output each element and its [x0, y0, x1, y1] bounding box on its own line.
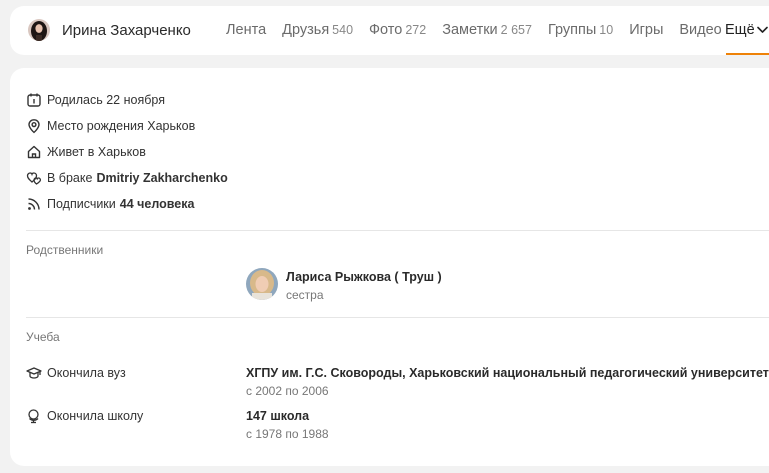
nav-groups-label: Группы — [547, 22, 597, 38]
university-name-link[interactable]: ХГПУ им. Г.С. Сковороды, Харьковский нац… — [246, 366, 769, 380]
hearts-icon — [26, 172, 42, 185]
nav-video[interactable]: Видео — [679, 22, 721, 38]
nav-feed[interactable]: Лента — [226, 22, 266, 38]
nav-groups[interactable]: Группы 10 — [548, 22, 613, 38]
nav-games[interactable]: Игры — [629, 22, 663, 38]
nav-photos-label: Фото — [369, 22, 403, 38]
rss-icon — [28, 198, 40, 210]
info-followers: Подписчики 44 человека — [26, 194, 194, 214]
nav-friends[interactable]: Друзья 540 — [282, 22, 353, 38]
info-birthplace: Место рождения Харьков — [26, 116, 195, 136]
chevron-down-icon — [756, 23, 768, 37]
profile-name[interactable]: Ирина Захарченко — [62, 22, 191, 39]
school-name-link[interactable]: 147 школа — [246, 409, 309, 423]
nav-groups-count: 10 — [599, 23, 614, 37]
followers-count-link[interactable]: 44 человека — [120, 197, 195, 211]
profile-header: Ирина Захарченко Лента Друзья 540 Фото 272… — [10, 6, 769, 55]
nav-more-button[interactable]: Ещё — [725, 22, 768, 38]
profile-avatar[interactable] — [28, 19, 50, 41]
profile-info-card: Родилась 22 ноября Место рождения Харько… — [10, 68, 769, 466]
info-marriage: В браке Dmitriy Zakharchenko — [26, 168, 228, 188]
location-pin-icon — [28, 119, 40, 134]
nav-notes[interactable]: Заметки 2 657 — [442, 22, 532, 38]
nav-notes-label: Заметки — [442, 22, 498, 38]
spouse-link[interactable]: Dmitriy Zakharchenko — [96, 171, 227, 185]
relatives-title: Родственники — [26, 243, 104, 257]
info-birthday: Родилась 22 ноября — [26, 90, 165, 110]
followers-label: Подписчики — [47, 197, 116, 211]
relative-name-link[interactable]: Лариса Рыжкова ( Труш ) — [286, 270, 442, 284]
divider — [26, 317, 769, 318]
info-residence: Живет в Харьков — [26, 142, 146, 162]
profile-nav: Лента Друзья 540 Фото 272 Заметки 2 657 Гру… — [226, 22, 738, 38]
school-years: с 1978 по 1988 — [246, 427, 329, 441]
relative-role: сестра — [286, 288, 324, 302]
nav-photos-count: 272 — [405, 23, 427, 37]
school-row-label: Окончила школу — [26, 408, 143, 424]
university-years: с 2002 по 2006 — [246, 384, 329, 398]
university-label: Окончила вуз — [47, 366, 126, 380]
nav-notes-count: 2 657 — [500, 23, 532, 37]
nav-games-label: Игры — [629, 22, 664, 38]
nav-photos[interactable]: Фото 272 — [369, 22, 426, 38]
nav-more-label: Ещё — [725, 22, 755, 38]
nav-video-label: Видео — [679, 22, 722, 38]
active-tab-indicator — [726, 53, 769, 55]
birthday-text: Родилась 22 ноября — [47, 93, 165, 107]
home-icon — [27, 145, 41, 159]
nav-friends-count: 540 — [332, 23, 354, 37]
nav-feed-label: Лента — [226, 22, 267, 38]
graduation-cap-icon — [26, 367, 42, 379]
globe-icon — [28, 409, 39, 424]
marriage-label: В браке — [47, 171, 93, 185]
school-label: Окончила школу — [47, 409, 144, 423]
birthplace-text: Место рождения Харьков — [47, 119, 196, 133]
education-title: Учеба — [26, 330, 60, 344]
residence-text: Живет в Харьков — [47, 145, 146, 159]
relative-avatar[interactable] — [246, 268, 278, 300]
nav-friends-label: Друзья — [282, 22, 330, 38]
calendar-icon — [27, 93, 41, 107]
divider — [26, 230, 769, 231]
university-row-label: Окончила вуз — [26, 365, 126, 381]
